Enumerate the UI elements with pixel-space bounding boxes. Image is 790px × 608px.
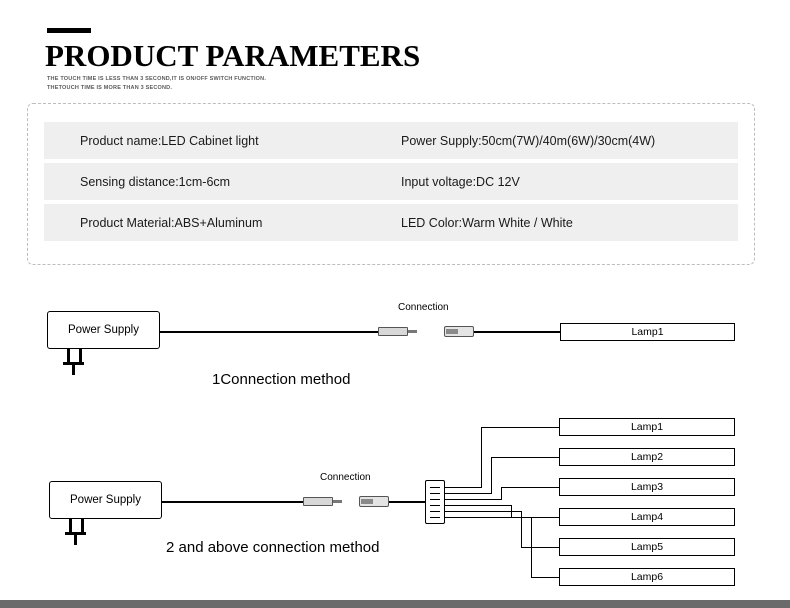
splitter-tick [430,487,440,489]
connection-label-2: Connection [320,472,371,483]
lamp-box-2-5: Lamp5 [559,538,735,556]
lamp-label-2-5: Lamp5 [630,541,664,553]
branch-wire-3-h2 [501,487,560,489]
lamp-label-2-6: Lamp6 [630,571,664,583]
branch-wire-1-h2 [481,427,560,429]
branch-wire-6-v [531,517,533,578]
plug-prong-right-2 [81,519,84,532]
branch-wire-3-v [501,487,503,500]
branch-wire-6-h2 [531,577,560,579]
branch-wire-1-v [481,427,483,488]
branch-wire-6-h [445,517,532,519]
branch-wire-5-h2 [521,547,560,549]
lamp-label-2-4: Lamp4 [630,511,664,523]
barrel-plug-male-2 [303,497,333,506]
lamp-label-2-3: Lamp3 [630,481,664,493]
wire-jack-to-splitter [389,501,425,503]
splitter-tick [430,493,440,495]
plug-ground-2 [74,532,77,545]
lamp-label-2-1: Lamp1 [630,421,664,433]
lamp-box-2-3: Lamp3 [559,478,735,496]
plug-prong-left-2 [69,519,72,532]
branch-wire-2-h [445,493,492,495]
connection-diagram-multi: Power Supply Connection Lamp1 Lamp2 Lamp… [0,0,790,608]
lamp-label-2-2: Lamp2 [630,451,664,463]
splitter-tick [430,511,440,513]
lamp-box-2-1: Lamp1 [559,418,735,436]
barrel-jack-slot-2 [361,499,373,504]
power-supply-box-2: Power Supply [49,481,162,519]
wire-psu-to-plug-2 [162,501,303,503]
lamp-box-2-2: Lamp2 [559,448,735,466]
product-parameters-page: PRODUCT PARAMETERS THE TOUCH TIME IS LES… [0,0,790,608]
branch-wire-1-h [445,487,482,489]
bottom-bar [0,600,790,608]
branch-wire-5-h [445,511,522,513]
barrel-plug-pin-2 [333,500,342,503]
lamp-box-2-6: Lamp6 [559,568,735,586]
splitter-tick [430,505,440,507]
branch-wire-3-h [445,499,502,501]
branch-wire-2-v [491,457,493,494]
splitter-tick [430,499,440,501]
power-supply-label-2: Power Supply [70,494,141,506]
splitter-tick [430,517,440,519]
branch-wire-2-h2 [491,457,560,459]
lamp-box-2-4: Lamp4 [559,508,735,526]
diagram-2-caption: 2 and above connection method [166,539,380,556]
branch-wire-4-h [445,505,512,507]
